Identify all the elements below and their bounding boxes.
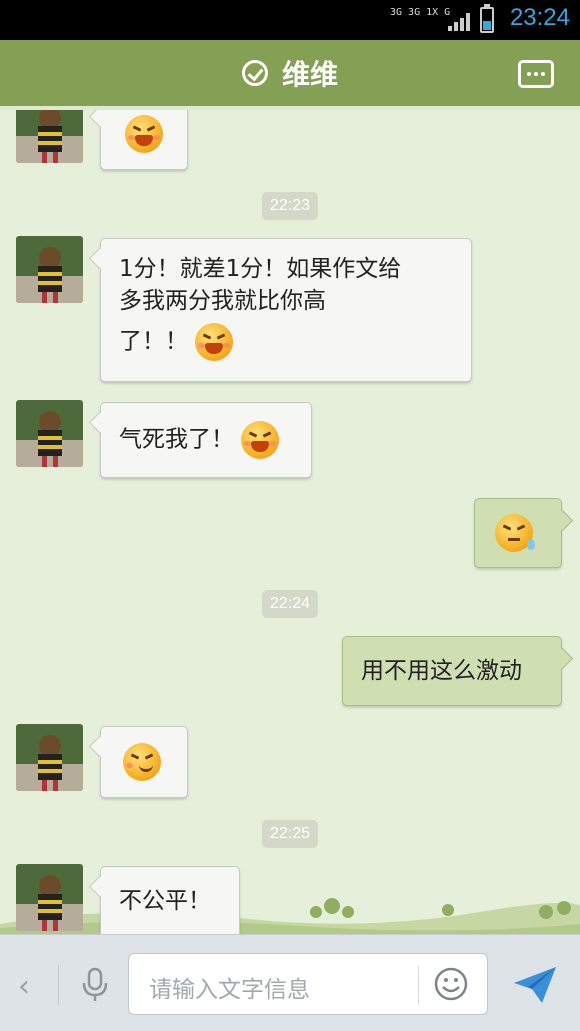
message-list[interactable]: 22:23 1分！就差1分！如果作文给 多我两分我就比你高 了！！ 气死我了！ … — [0, 110, 580, 934]
message-bubble-received[interactable] — [100, 110, 188, 170]
avatar[interactable] — [16, 400, 83, 467]
grin-squint-icon — [241, 421, 280, 459]
chevron-left-icon[interactable]: ‹ — [18, 969, 30, 1004]
hills-decoration — [0, 898, 580, 934]
send-icon[interactable] — [512, 965, 558, 1005]
grin-squint-icon — [195, 323, 234, 361]
timestamp: 22:23 — [261, 192, 319, 220]
smirk-icon — [123, 743, 161, 781]
message-text: 1分！就差1分！如果作文给 — [119, 256, 402, 282]
network-type: 3G 3G 1X G — [390, 7, 451, 18]
message-bubble-sent[interactable] — [474, 498, 562, 568]
signal-indicator: 3G 3G 1X G — [390, 7, 470, 33]
chat-header: 维维 — [0, 40, 580, 110]
message-text: 多我两分我就比你高 — [119, 288, 326, 314]
battery-icon — [480, 4, 494, 33]
grin-squint-icon — [125, 115, 163, 153]
timestamp: 22:24 — [261, 590, 319, 618]
message-text: 了！！ — [119, 328, 188, 355]
check-circle-icon — [241, 60, 268, 86]
message-input-placeholder: 请输入文字信息 — [149, 977, 310, 1003]
more-button[interactable] — [518, 60, 554, 88]
message-text: 用不用这么激动 — [361, 658, 522, 684]
sweat-icon — [495, 514, 535, 552]
message-bubble-received[interactable]: 1分！就差1分！如果作文给 多我两分我就比你高 了！！ — [100, 238, 472, 382]
smiley-icon[interactable] — [433, 966, 469, 1002]
avatar[interactable] — [16, 236, 83, 303]
divider — [418, 966, 419, 1004]
message-bubble-sent[interactable]: 用不用这么激动 — [342, 636, 562, 706]
message-bubble-received[interactable]: 不公平！ — [100, 866, 240, 934]
microphone-icon[interactable] — [80, 967, 110, 1003]
divider — [58, 965, 59, 1005]
timestamp: 22:25 — [261, 820, 319, 848]
message-text: 气死我了！ — [119, 426, 234, 453]
status-time: 23:24 — [509, 4, 570, 31]
signal-bars-icon — [448, 13, 470, 31]
avatar[interactable] — [16, 864, 83, 931]
status-bar: 3G 3G 1X G 23:24 — [0, 0, 580, 40]
message-bubble-received[interactable]: 气死我了！ — [100, 402, 312, 478]
input-bar: ‹ 请输入文字信息 — [0, 934, 580, 1031]
message-input[interactable]: 请输入文字信息 — [128, 953, 488, 1015]
avatar[interactable] — [16, 724, 83, 791]
message-bubble-received[interactable] — [100, 726, 188, 798]
contact-name: 维维 — [281, 59, 338, 90]
avatar[interactable] — [16, 110, 83, 163]
message-text: 不公平！ — [119, 888, 211, 914]
